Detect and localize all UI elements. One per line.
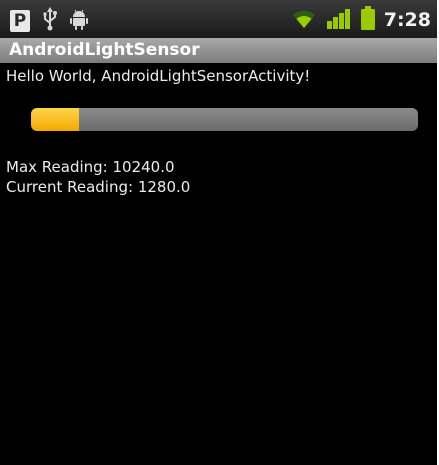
battery-icon: [360, 6, 375, 34]
notification-icons: P: [10, 7, 88, 35]
system-icons: 7:28: [291, 6, 431, 34]
hello-text: Hello World, AndroidLightSensorActivity!: [6, 67, 311, 85]
signal-icon: [326, 7, 352, 33]
current-reading-label: Current Reading: 1280.0: [6, 178, 191, 196]
p-notification-icon: P: [10, 10, 30, 32]
device-screen: P 7:28 AndroidLightSensor Hello World, A…: [0, 0, 437, 465]
clock: 7:28: [383, 9, 431, 31]
progress-fill: [31, 108, 80, 131]
android-debug-icon: [70, 8, 88, 34]
status-bar: P 7:28: [0, 0, 437, 38]
wifi-icon: [291, 7, 317, 33]
app-title-bar: AndroidLightSensor: [0, 38, 437, 63]
max-reading-label: Max Reading: 10240.0: [6, 158, 175, 176]
usb-icon: [42, 7, 58, 35]
app-title: AndroidLightSensor: [9, 40, 200, 60]
light-level-progress-bar: [31, 108, 418, 131]
